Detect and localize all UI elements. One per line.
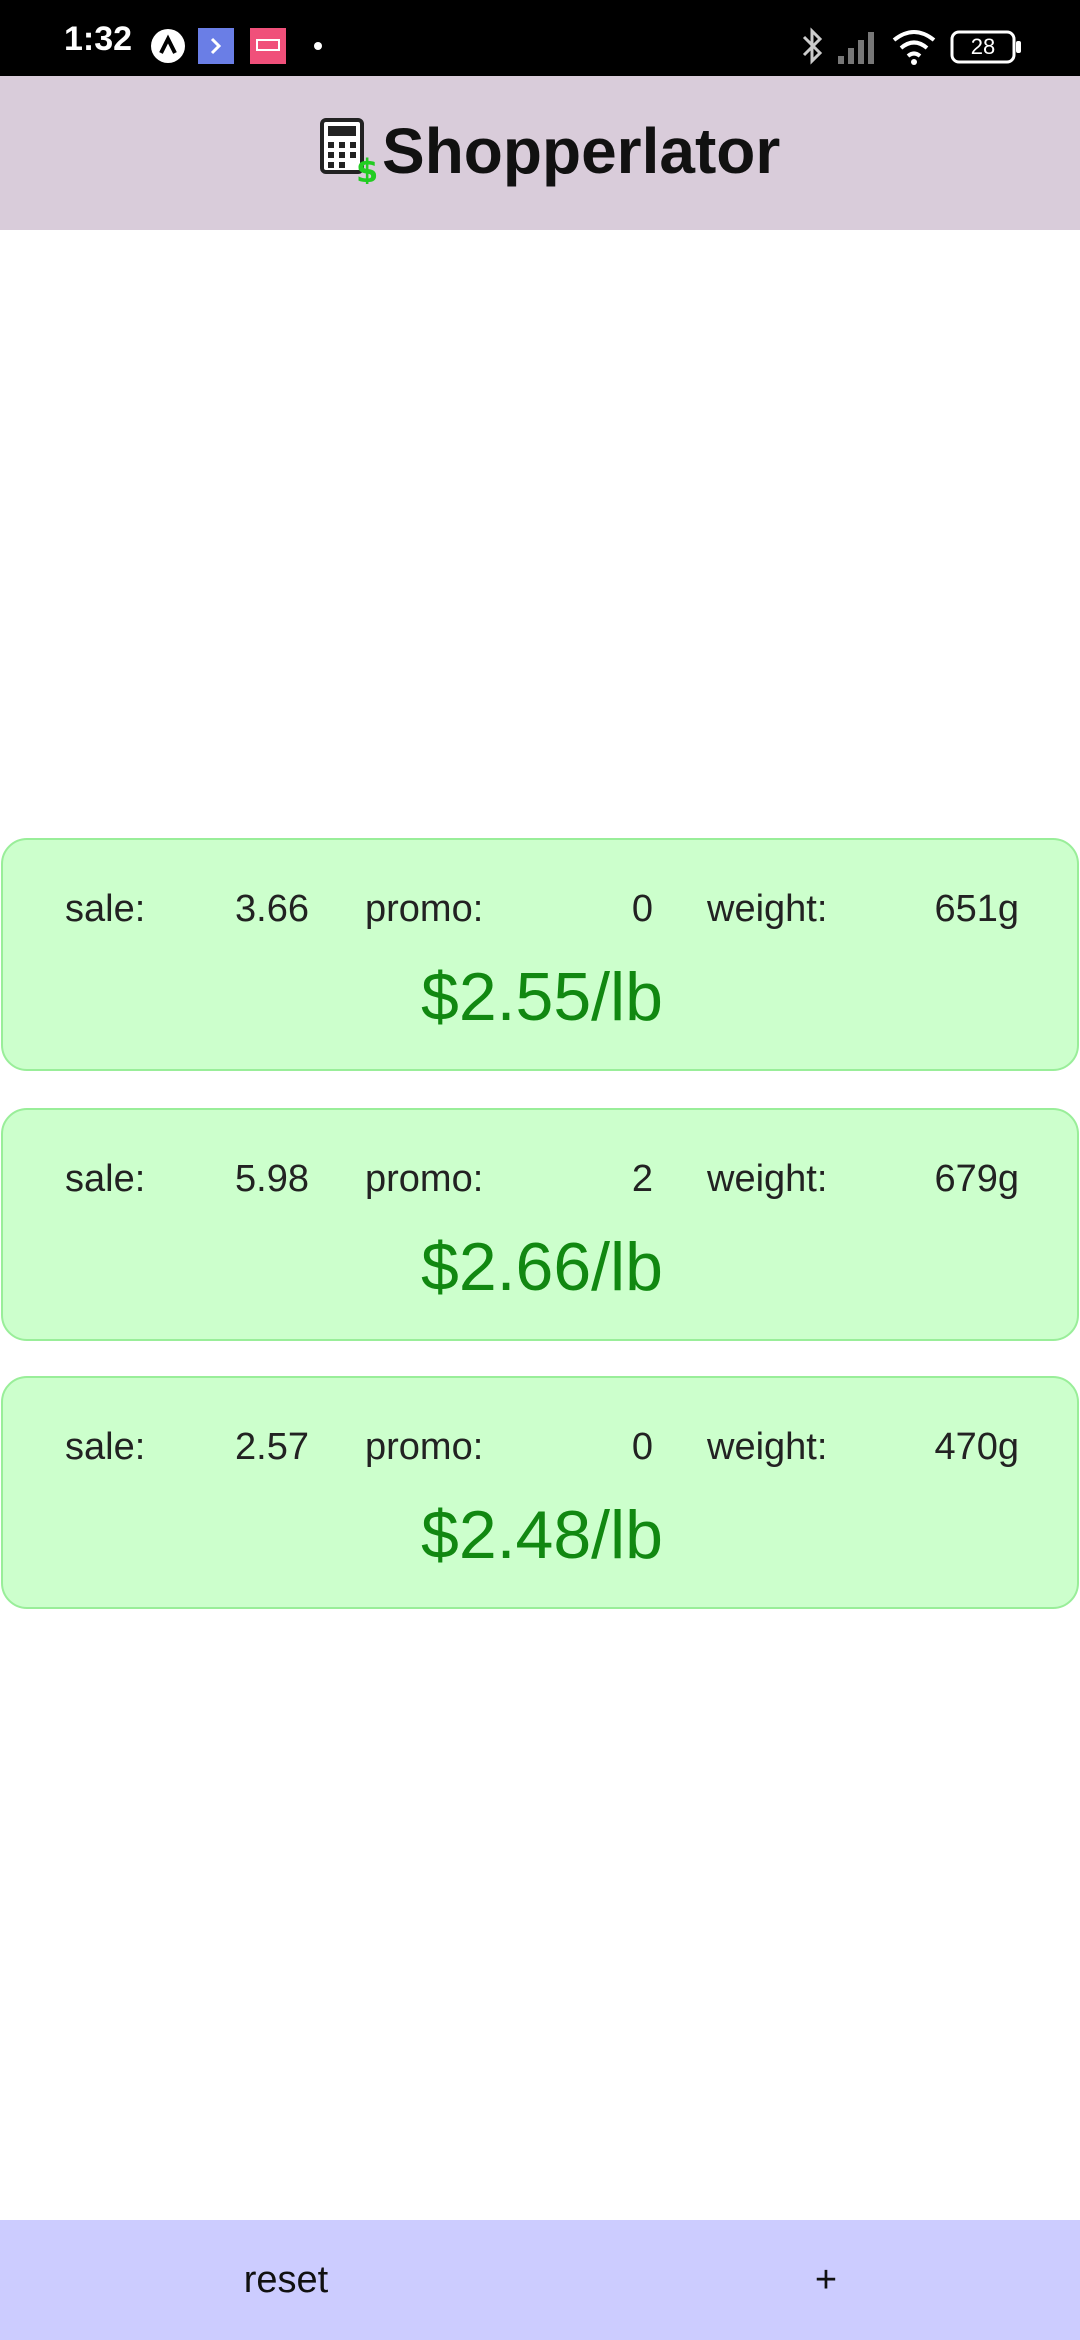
item-card[interactable]: sale: 2.57 promo: 0 weight: 470g $2.48/l… bbox=[1, 1376, 1079, 1609]
unit-price: $2.66/lb bbox=[421, 1229, 663, 1305]
add-item-button[interactable]: + bbox=[572, 2220, 1080, 2340]
app-b-icon bbox=[198, 28, 234, 64]
reset-button[interactable]: reset bbox=[0, 2220, 572, 2340]
promo-label: promo: bbox=[365, 888, 484, 930]
bluetooth-icon bbox=[802, 27, 823, 65]
sale-label: sale: bbox=[65, 1158, 146, 1200]
wifi-icon bbox=[892, 30, 936, 65]
app-header: $ Shopperlator bbox=[0, 76, 1080, 230]
weight-label: weight: bbox=[707, 888, 828, 930]
item-card[interactable]: sale: 3.66 promo: 0 weight: 651g $2.55/l… bbox=[1, 838, 1079, 1071]
app-a-icon bbox=[151, 29, 185, 63]
dot-icon bbox=[314, 42, 322, 50]
promo-value: 0 bbox=[631, 1426, 653, 1468]
weight-value: 679g bbox=[934, 1158, 1019, 1200]
item-card[interactable]: sale: 5.98 promo: 2 weight: 679g $2.66/l… bbox=[1, 1108, 1079, 1341]
weight-label: weight: bbox=[707, 1158, 828, 1200]
promo-value: 2 bbox=[631, 1158, 653, 1200]
sale-label: sale: bbox=[65, 1426, 146, 1468]
battery-level: 28 bbox=[970, 34, 996, 59]
app-title: Shopperlator bbox=[382, 115, 781, 187]
app-c-icon bbox=[250, 28, 286, 64]
signal-icon bbox=[838, 32, 874, 64]
status-time: 1:32 bbox=[64, 20, 133, 58]
unit-price: $2.55/lb bbox=[421, 959, 663, 1035]
weight-label: weight: bbox=[707, 1426, 828, 1468]
bottom-action-bar: reset + bbox=[0, 2220, 1080, 2340]
sale-value: 3.66 bbox=[235, 888, 309, 930]
promo-value: 0 bbox=[631, 888, 653, 930]
unit-price: $2.48/lb bbox=[421, 1497, 663, 1573]
status-bar: 1:32 28 bbox=[0, 0, 1080, 76]
sale-value: 2.57 bbox=[235, 1426, 309, 1468]
calculator-dollar-icon: $ bbox=[320, 118, 378, 184]
promo-label: promo: bbox=[365, 1158, 484, 1200]
weight-value: 470g bbox=[934, 1426, 1019, 1468]
battery-icon: 28 bbox=[950, 30, 1022, 64]
weight-value: 651g bbox=[934, 888, 1019, 930]
sale-value: 5.98 bbox=[235, 1158, 309, 1200]
sale-label: sale: bbox=[65, 888, 146, 930]
svg-text:$: $ bbox=[356, 152, 378, 184]
promo-label: promo: bbox=[365, 1426, 484, 1468]
